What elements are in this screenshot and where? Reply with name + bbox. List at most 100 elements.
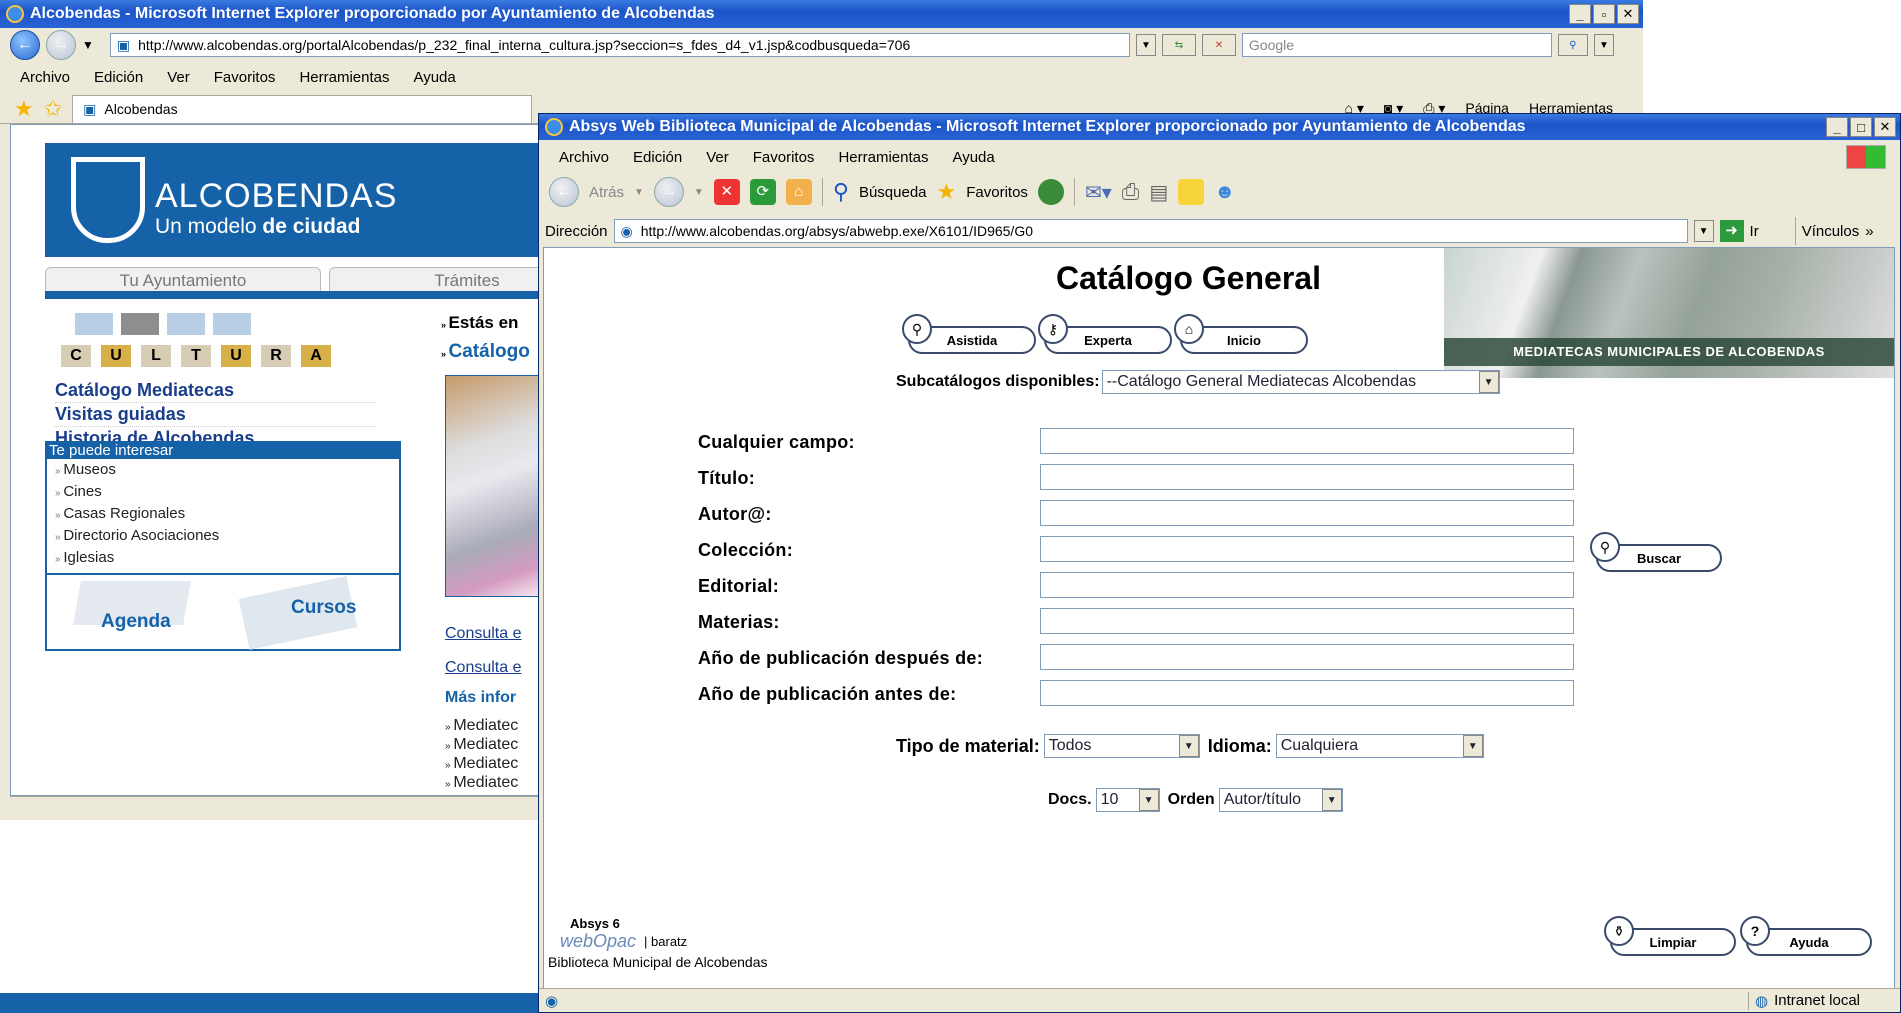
messenger-icon[interactable]: ☻	[1214, 181, 1235, 204]
discuss-icon[interactable]	[1178, 179, 1205, 205]
refresh-icon[interactable]: ⇆	[1161, 34, 1196, 56]
link-cursos[interactable]: Cursos	[291, 597, 356, 619]
absys-footer: Absys 6 webOpac | baratz Biblioteca Muni…	[548, 916, 767, 970]
inicio-button[interactable]: ⌂ Inicio	[1174, 314, 1308, 354]
stop-icon[interactable]: ✕	[713, 179, 740, 205]
forward-button[interactable]: →	[653, 177, 684, 207]
absys-version: Absys 6	[570, 916, 620, 931]
title-bar[interactable]: Absys Web Biblioteca Municipal de Alcobe…	[539, 114, 1900, 140]
menu-ver[interactable]: Ver	[167, 69, 190, 86]
input-cualquier-campo[interactable]	[1040, 428, 1574, 454]
docs-select[interactable]: 10 ▼	[1095, 788, 1160, 812]
favoritos-button[interactable]: Favoritos	[966, 184, 1028, 201]
zone-label: Intranet local	[1774, 992, 1860, 1009]
link-consulta-2[interactable]: Consulta e	[445, 659, 522, 677]
menu-bar: Archivo Edición Ver Favoritos Herramient…	[539, 144, 1900, 170]
add-favorite-icon[interactable]: ✩	[44, 96, 62, 122]
link-cines[interactable]: Cines	[47, 481, 399, 503]
edit-icon[interactable]: ▤	[1149, 180, 1168, 205]
vinculos-button[interactable]: Vínculos	[1802, 223, 1860, 240]
input-anio-antes[interactable]	[1040, 680, 1574, 706]
minimize-button[interactable]: _	[1569, 4, 1591, 24]
close-button[interactable]: ✕	[1617, 4, 1639, 24]
subcat-select[interactable]: --Catálogo General Mediatecas Alcobendas…	[1101, 370, 1500, 394]
back-dropdown-icon[interactable]: ▼	[634, 187, 644, 198]
link-agenda[interactable]: Agenda	[101, 611, 171, 633]
alcobendas-banner[interactable]: ALCOBENDAS Un modelo de ciudad	[45, 143, 605, 257]
experta-button[interactable]: ⚷ Experta	[1038, 314, 1172, 354]
input-editorial[interactable]	[1040, 572, 1574, 598]
favorites-star-icon[interactable]: ★	[937, 179, 957, 205]
print-icon[interactable]: ⎙	[1122, 179, 1140, 205]
input-coleccion[interactable]	[1040, 536, 1574, 562]
forward-dropdown-icon[interactable]: ▼	[694, 187, 704, 198]
menu-archivo[interactable]: Archivo	[20, 69, 70, 86]
input-autor[interactable]	[1040, 500, 1574, 526]
maximize-button[interactable]: □	[1850, 117, 1872, 137]
tab-tu-ayuntamiento[interactable]: Tu Ayuntamiento	[45, 267, 321, 293]
search-icon[interactable]: ⚲	[1557, 34, 1588, 56]
back-label: Atrás	[589, 183, 625, 201]
forward-button[interactable]: →	[46, 30, 76, 60]
menu-herramientas[interactable]: Herramientas	[838, 149, 928, 166]
input-anio-despues[interactable]	[1040, 644, 1574, 670]
search-input[interactable]: Google	[1241, 33, 1552, 57]
address-field[interactable]: ◉ http://www.alcobendas.org/absys/abwebp…	[613, 219, 1688, 243]
tab-alcobendas[interactable]: ▣ Alcobendas	[72, 94, 533, 123]
minimize-button[interactable]: _	[1826, 117, 1848, 137]
menu-edicion[interactable]: Edición	[94, 69, 143, 86]
menu-favoritos[interactable]: Favoritos	[753, 149, 815, 166]
title-bar[interactable]: Alcobendas - Microsoft Internet Explorer…	[0, 0, 1643, 28]
ie-window-absys: Absys Web Biblioteca Municipal de Alcobe…	[538, 113, 1901, 1013]
buscar-button[interactable]: ⚲ Buscar	[1590, 532, 1722, 572]
back-button[interactable]: ←	[10, 30, 40, 60]
link-visitas-guiadas[interactable]: Visitas guiadas	[55, 403, 375, 427]
menu-ver[interactable]: Ver	[706, 149, 729, 166]
link-mediateca-2[interactable]: Mediatec	[445, 736, 518, 754]
restore-button[interactable]: ▫	[1593, 4, 1615, 24]
tipo-label: Tipo de material:	[896, 735, 1040, 756]
link-mediateca-4[interactable]: Mediatec	[445, 774, 518, 792]
orden-select[interactable]: Autor/título ▼	[1218, 788, 1343, 812]
nav-history-icon[interactable]: ▼	[82, 38, 94, 52]
search-icon[interactable]: ⚲	[833, 179, 849, 205]
link-mediateca-3[interactable]: Mediatec	[445, 755, 518, 773]
menu-ayuda[interactable]: Ayuda	[413, 69, 455, 86]
input-materias[interactable]	[1040, 608, 1574, 634]
home-icon[interactable]: ⌂	[785, 179, 812, 205]
menu-ayuda[interactable]: Ayuda	[952, 149, 994, 166]
label-anio-antes: Año de publicación antes de:	[698, 684, 957, 704]
menu-archivo[interactable]: Archivo	[559, 149, 609, 166]
address-dropdown[interactable]: ▼	[1135, 34, 1156, 56]
link-catalogo-mediatecas[interactable]: Catálogo Mediatecas	[55, 379, 375, 403]
link-consulta-1[interactable]: Consulta e	[445, 625, 522, 643]
back-button[interactable]: ←	[549, 177, 579, 207]
link-mediateca-1[interactable]: Mediatec	[445, 717, 518, 735]
ir-button[interactable]: Ir	[1750, 223, 1759, 240]
close-button[interactable]: ✕	[1874, 117, 1896, 137]
menu-edicion[interactable]: Edición	[633, 149, 682, 166]
busqueda-button[interactable]: Búsqueda	[859, 184, 927, 201]
ayuda-button[interactable]: ? Ayuda	[1740, 916, 1872, 956]
tipo-select[interactable]: Todos ▼	[1043, 734, 1200, 758]
search-options-dropdown[interactable]: ▼	[1593, 34, 1614, 56]
menu-favoritos[interactable]: Favoritos	[214, 69, 276, 86]
address-dropdown[interactable]: ▼	[1693, 220, 1714, 242]
go-icon[interactable]: ➜	[1719, 220, 1744, 242]
history-icon[interactable]	[1037, 179, 1064, 205]
refresh-icon[interactable]: ⟳	[749, 179, 776, 205]
stop-icon[interactable]: ✕	[1201, 34, 1236, 56]
favorites-star-icon[interactable]: ★	[14, 96, 34, 122]
asistida-button[interactable]: ⚲ Asistida	[902, 314, 1036, 354]
link-iglesias[interactable]: Iglesias	[47, 547, 399, 569]
link-casas-regionales[interactable]: Casas Regionales	[47, 503, 399, 525]
idioma-select[interactable]: Cualquiera ▼	[1275, 734, 1484, 758]
limpiar-button[interactable]: ⚱ Limpiar	[1604, 916, 1736, 956]
menu-herramientas[interactable]: Herramientas	[299, 69, 389, 86]
address-field[interactable]: ▣ http://www.alcobendas.org/portalAlcobe…	[109, 33, 1130, 57]
input-titulo[interactable]	[1040, 464, 1574, 490]
mail-icon[interactable]: ✉▾	[1085, 180, 1112, 205]
link-museos[interactable]: Museos	[47, 459, 399, 481]
link-directorio-asociaciones[interactable]: Directorio Asociaciones	[47, 525, 399, 547]
chevron-icon[interactable]: »	[1865, 223, 1873, 240]
